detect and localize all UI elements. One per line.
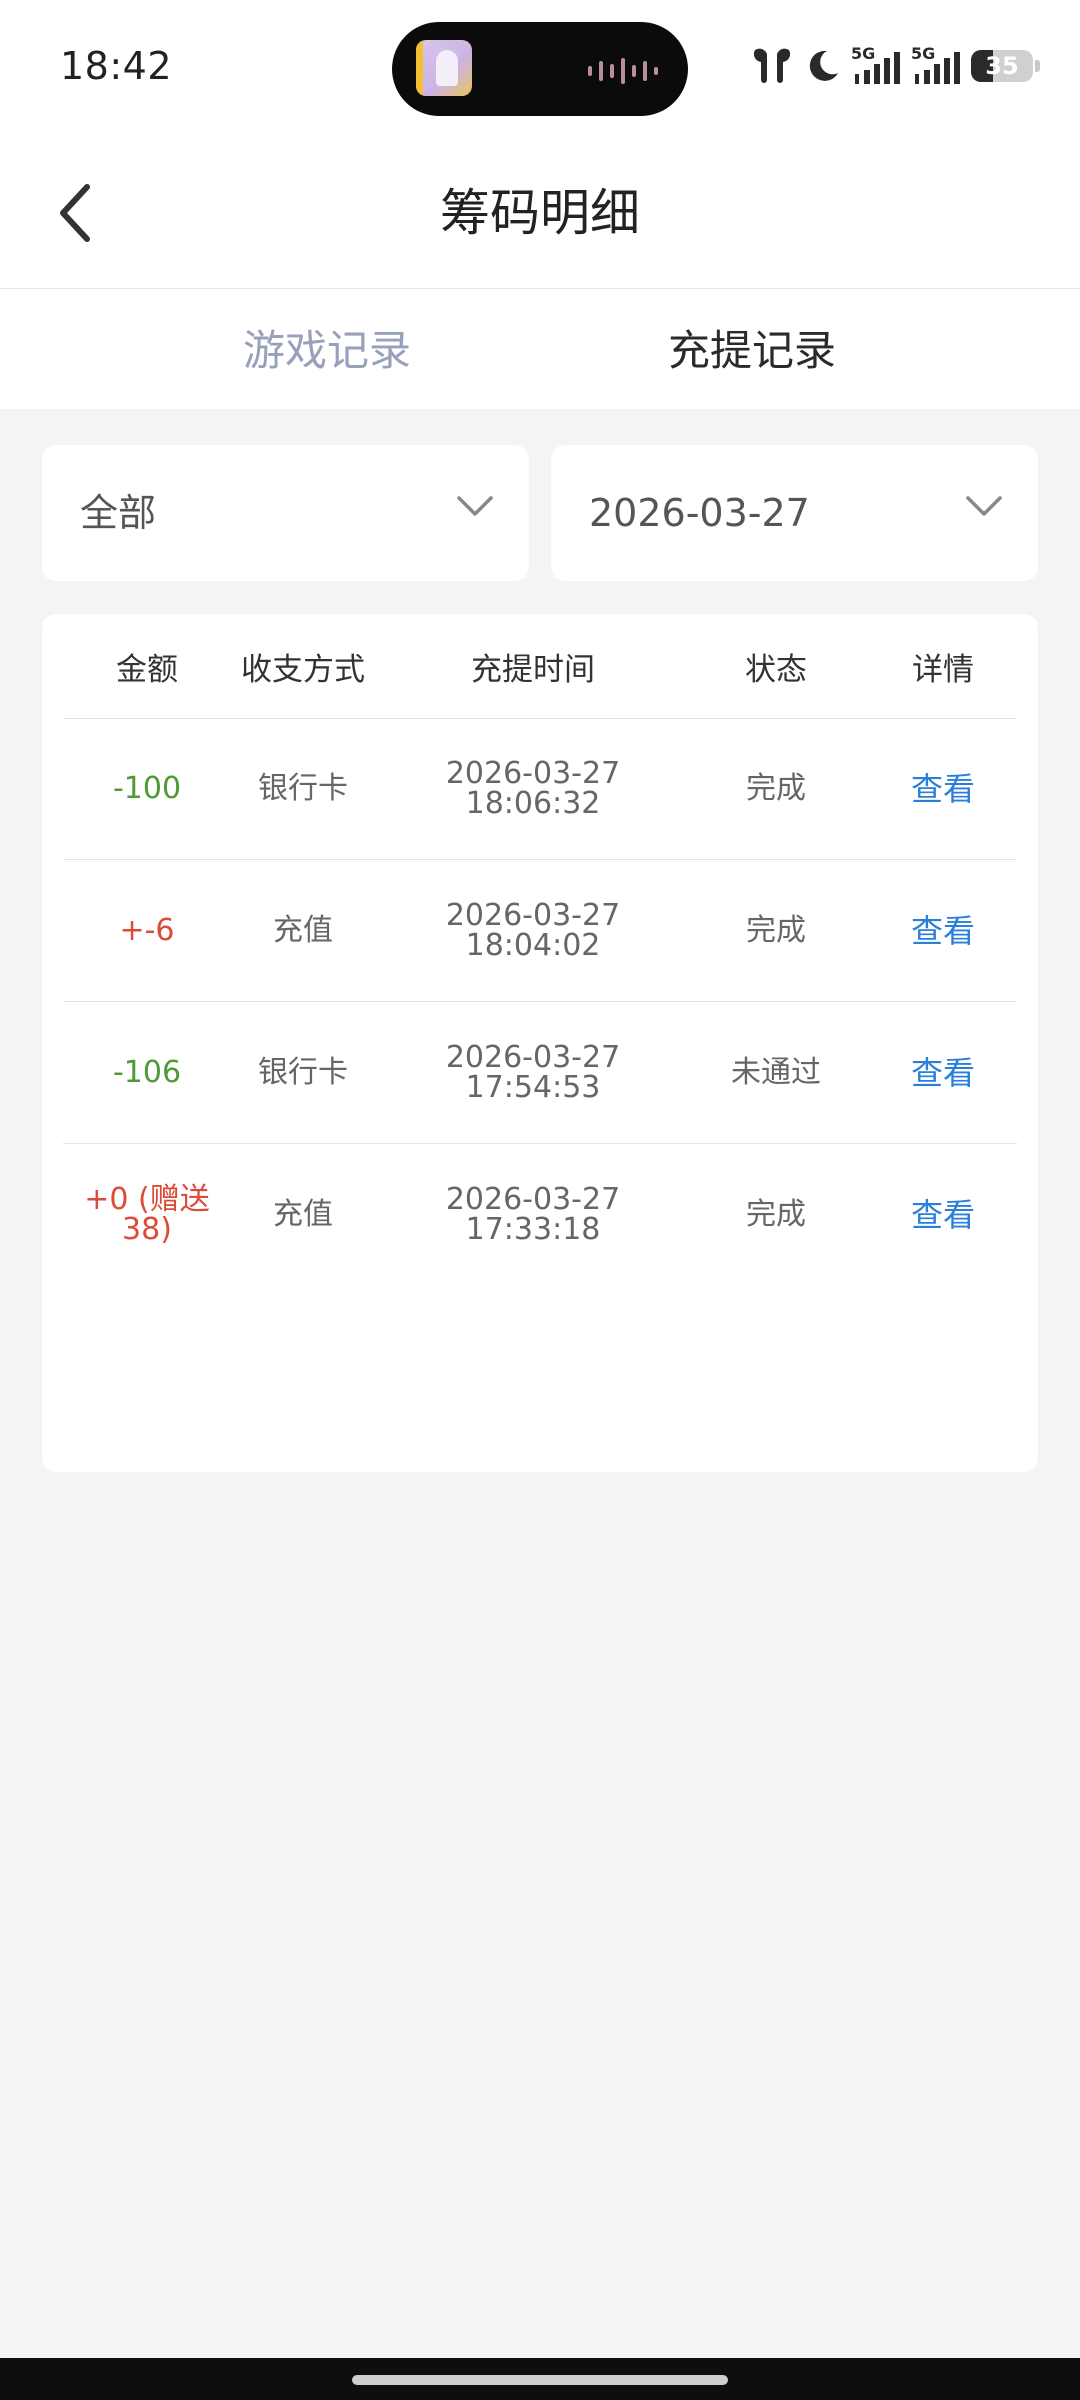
- row-time-clock: 18:06:32: [465, 785, 601, 821]
- view-detail-link[interactable]: 查看: [869, 718, 1017, 859]
- tab-deposit-withdraw-records[interactable]: 充提记录: [612, 289, 892, 409]
- row-time: 2026-03-27 18:06:32: [383, 718, 683, 859]
- network-label-2: 5G: [911, 44, 935, 63]
- row-time-clock: 18:04:02: [465, 927, 601, 963]
- row-time-clock: 17:33:18: [465, 1211, 601, 1247]
- row-status: 完成: [746, 1196, 806, 1232]
- view-detail-link[interactable]: 查看: [869, 860, 1017, 1001]
- signal-icon: 5G: [851, 44, 900, 84]
- records-table: 金额 收支方式 充提时间 状态 详情 -100 银行卡 2026-03-27 1…: [42, 614, 1038, 1472]
- moon-icon: [809, 50, 838, 81]
- table-header: 金额 收支方式 充提时间 状态 详情: [63, 614, 1017, 719]
- row-amount: +0 (赠送38): [84, 1181, 210, 1247]
- row-time-date: 2026-03-27: [445, 1039, 621, 1075]
- row-status: 完成: [746, 770, 806, 806]
- audio-wave-icon: [588, 58, 658, 84]
- view-detail-link[interactable]: 查看: [869, 1144, 1017, 1285]
- row-amount: -100: [112, 770, 182, 806]
- row-method: 充值: [273, 1196, 333, 1232]
- battery-cap: [1035, 60, 1040, 72]
- column-header-amount: 金额: [116, 651, 178, 688]
- chevron-down-icon: [966, 496, 1002, 516]
- signal-icon-2: 5G: [911, 44, 960, 84]
- column-header-time: 充提时间: [471, 651, 595, 688]
- battery-percentage: 35: [985, 52, 1019, 80]
- date-filter-value: 2026-03-27: [589, 491, 810, 535]
- row-method: 银行卡: [258, 1054, 348, 1090]
- row-method: 银行卡: [258, 770, 348, 806]
- chevron-down-icon: [457, 496, 493, 516]
- row-time: 2026-03-27 17:54:53: [383, 1002, 683, 1143]
- tab-game-records[interactable]: 游戏记录: [187, 289, 467, 409]
- row-time-date: 2026-03-27: [445, 755, 621, 791]
- column-header-method: 收支方式: [241, 651, 365, 688]
- row-time-date: 2026-03-27: [445, 1181, 621, 1217]
- row-method: 充值: [273, 912, 333, 948]
- row-amount: +-6: [119, 912, 175, 948]
- column-header-status: 状态: [745, 651, 807, 688]
- row-time-date: 2026-03-27: [445, 897, 621, 933]
- system-navigation-bar: [0, 2358, 1080, 2400]
- row-time: 2026-03-27 17:33:18: [383, 1144, 683, 1285]
- now-playing-thumbnail: [416, 40, 472, 96]
- table-row: +0 (赠送38) 充值 2026-03-27 17:33:18 完成 查看: [63, 1144, 1017, 1285]
- tab-bar: 游戏记录 充提记录: [0, 289, 1080, 409]
- date-filter-dropdown[interactable]: 2026-03-27: [551, 445, 1038, 581]
- battery-icon: 35: [971, 50, 1033, 82]
- page-title: 筹码明细: [440, 184, 640, 242]
- home-indicator[interactable]: [352, 2375, 728, 2385]
- row-time-clock: 17:54:53: [465, 1069, 601, 1105]
- earbuds-icon: [753, 48, 791, 83]
- row-amount: -106: [112, 1054, 182, 1090]
- header: 筹码明细: [0, 138, 1080, 289]
- view-detail-link[interactable]: 查看: [869, 1002, 1017, 1143]
- table-row: +-6 充值 2026-03-27 18:04:02 完成 查看: [63, 860, 1017, 1002]
- dynamic-island[interactable]: [392, 22, 688, 116]
- row-status: 完成: [746, 912, 806, 948]
- table-row: -106 银行卡 2026-03-27 17:54:53 未通过 查看: [63, 1002, 1017, 1144]
- type-filter-dropdown[interactable]: 全部: [42, 445, 529, 581]
- row-status: 未通过: [731, 1054, 821, 1090]
- status-icons: 5G 5G 35: [749, 44, 1040, 88]
- status-time: 18:42: [60, 44, 173, 88]
- column-header-detail: 详情: [912, 651, 974, 688]
- status-bar: 18:42 5G 5G 35: [0, 0, 1080, 138]
- table-row: -100 银行卡 2026-03-27 18:06:32 完成 查看: [63, 718, 1017, 860]
- type-filter-value: 全部: [80, 491, 157, 535]
- row-time: 2026-03-27 18:04:02: [383, 860, 683, 1001]
- network-label: 5G: [851, 44, 875, 63]
